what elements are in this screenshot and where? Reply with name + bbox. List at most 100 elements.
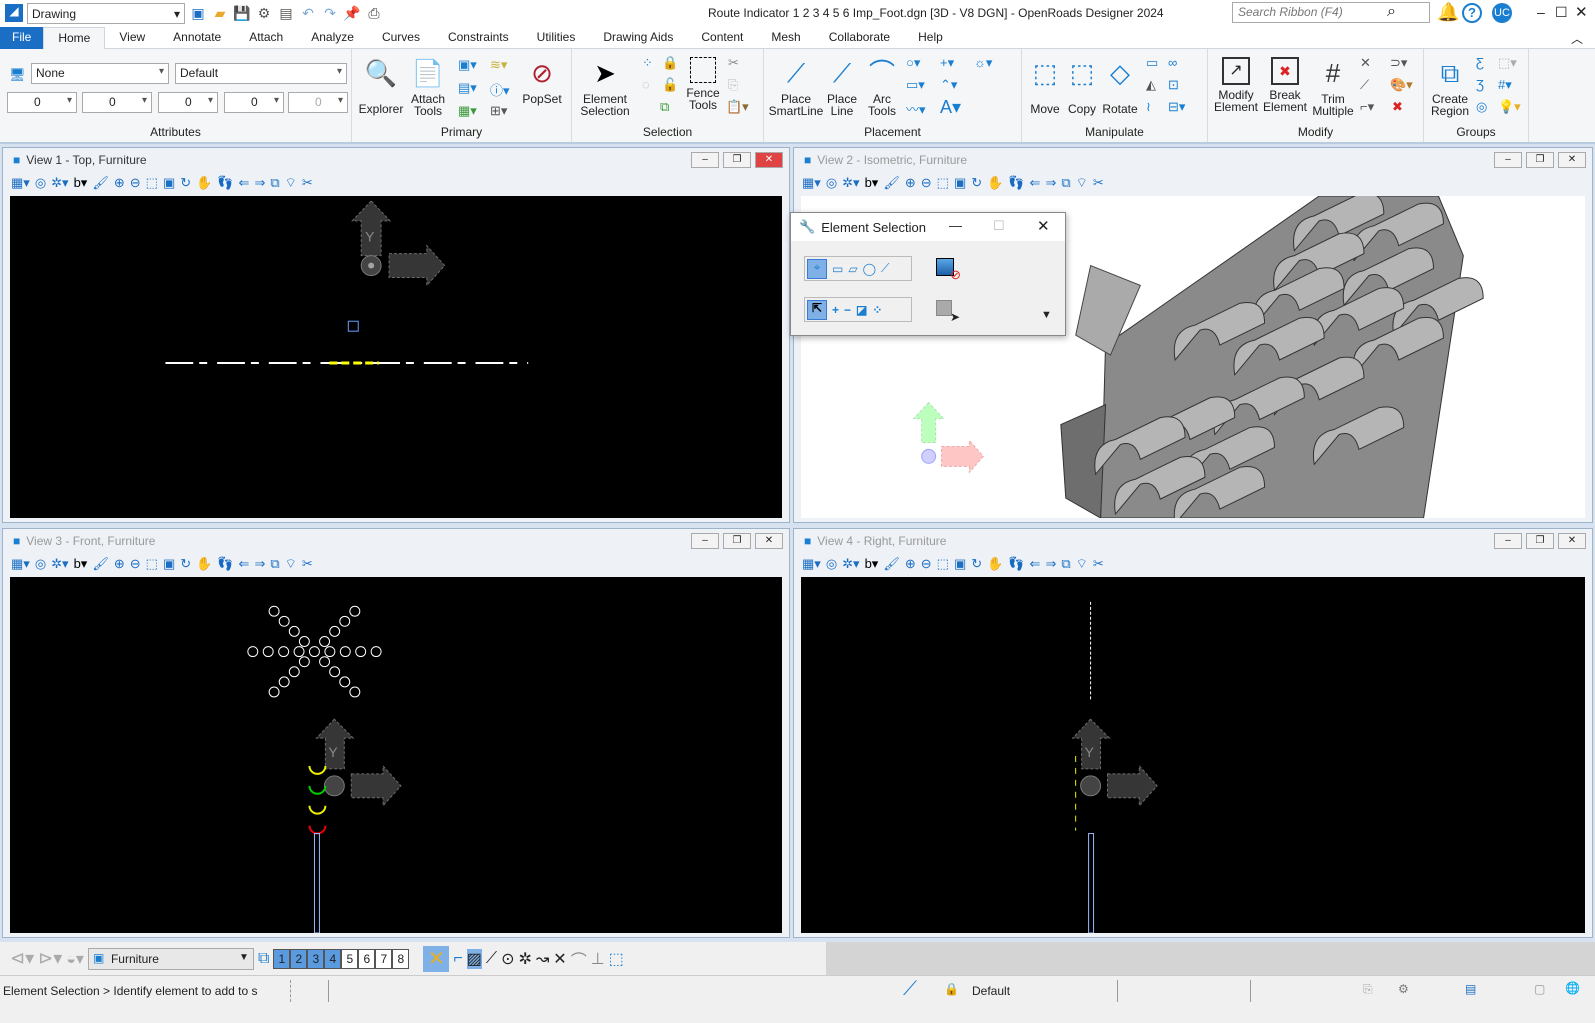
- copy-icon[interactable]: ⎘: [728, 77, 738, 93]
- paste-icon[interactable]: 📋▾: [726, 99, 749, 115]
- select-all-icon[interactable]: ➤: [936, 300, 960, 324]
- view-toggle-8[interactable]: 8: [392, 948, 410, 969]
- group-icon[interactable]: Ƹ: [1476, 55, 1484, 70]
- view-close-button[interactable]: ✕: [755, 152, 783, 168]
- ungroup-icon[interactable]: Ʒ: [1476, 77, 1484, 92]
- array-icon[interactable]: ∞: [1168, 55, 1177, 70]
- clip-volume-icon[interactable]: ⌔: [1076, 556, 1088, 572]
- search-ribbon-input[interactable]: Search Ribbon (F4): [1232, 2, 1430, 23]
- dialog-close-button[interactable]: ✕: [1037, 217, 1050, 235]
- copy-button[interactable]: ⬚ Copy: [1064, 57, 1100, 115]
- attach-tools-button[interactable]: 📄 Attach Tools: [408, 57, 448, 117]
- block-method-icon[interactable]: ▭: [832, 262, 843, 276]
- tab-mesh[interactable]: Mesh: [757, 27, 814, 49]
- level-manager-icon[interactable]: ▦▾: [458, 103, 477, 119]
- clip-mask-icon[interactable]: ✂: [1093, 556, 1104, 572]
- tab-curves[interactable]: Curves: [368, 27, 434, 49]
- priority-select[interactable]: 0: [288, 92, 348, 113]
- fit-view-icon[interactable]: ▣: [163, 175, 175, 191]
- shape-method-icon[interactable]: ▱: [848, 262, 857, 276]
- next-view-icon[interactable]: ⇒: [254, 556, 265, 572]
- display-style-icon[interactable]: ◎: [35, 175, 46, 191]
- view-attributes-icon[interactable]: ▦▾: [802, 556, 821, 572]
- color-select[interactable]: 0: [7, 92, 77, 113]
- settings-icon[interactable]: ⚙: [1398, 982, 1409, 996]
- next-view-icon[interactable]: ⇒: [254, 175, 265, 191]
- extend-icon[interactable]: ⟋: [1360, 77, 1369, 93]
- lighting-icon[interactable]: ✲▾: [51, 556, 68, 572]
- pan-icon[interactable]: ✋: [987, 556, 1003, 572]
- element-selection-button[interactable]: ➤ Element Selection: [576, 57, 634, 117]
- fillet-icon[interactable]: ⌐▾: [1360, 99, 1374, 115]
- clip-volume-icon[interactable]: ⌔: [285, 556, 297, 572]
- zoom-in-icon[interactable]: ⊕: [114, 556, 125, 572]
- align-icon[interactable]: ⊟▾: [1168, 99, 1185, 115]
- notification-bell-icon[interactable]: 🔔: [1437, 2, 1459, 23]
- walk-icon[interactable]: 👣: [217, 556, 233, 572]
- point-icon[interactable]: +▾: [940, 55, 954, 71]
- info-icon[interactable]: ⓘ▾: [490, 80, 510, 99]
- scale-icon[interactable]: ▭: [1146, 55, 1158, 71]
- previous-view-icon[interactable]: ⇐: [1030, 556, 1041, 572]
- view-1-canvas[interactable]: Y: [10, 196, 782, 518]
- next-view-icon[interactable]: ⇒: [1045, 556, 1056, 572]
- tab-drawing-aids[interactable]: Drawing Aids: [589, 27, 687, 49]
- curve-icon[interactable]: 〰▾: [906, 99, 926, 118]
- select-all-icon[interactable]: ⁘: [642, 55, 653, 71]
- individual-method-icon[interactable]: ⌖: [807, 258, 827, 279]
- view-toggle-3[interactable]: 3: [307, 948, 325, 969]
- rectangle-icon[interactable]: ▭▾: [906, 77, 925, 93]
- dialog-minimize-button[interactable]: —: [949, 218, 962, 233]
- model-status-icon[interactable]: ▤: [1465, 982, 1476, 996]
- view-close-button[interactable]: ✕: [1558, 152, 1586, 168]
- update-icon[interactable]: 🖌: [883, 556, 900, 572]
- print-icon[interactable]: ⎙: [365, 5, 383, 23]
- view-toggle-4[interactable]: 4: [324, 948, 342, 969]
- view-toggle-7[interactable]: 7: [375, 948, 393, 969]
- element-path-icon[interactable]: ⟋: [903, 978, 917, 1001]
- network-status-icon[interactable]: 🌐: [1565, 981, 1580, 995]
- collapse-ribbon-icon[interactable]: ︿: [1571, 30, 1583, 47]
- pattern-icon[interactable]: #▾: [1498, 77, 1512, 93]
- active-level[interactable]: Default: [972, 984, 1010, 998]
- view-minimize-button[interactable]: –: [1494, 533, 1522, 549]
- minimize-button[interactable]: –: [1537, 4, 1545, 20]
- view-minimize-button[interactable]: –: [691, 152, 719, 168]
- pan-icon[interactable]: ✋: [987, 175, 1003, 191]
- chamfer-icon[interactable]: ⊃▾: [1390, 55, 1407, 71]
- forward-icon[interactable]: ⊳▾: [38, 948, 62, 969]
- clip-mask-icon[interactable]: ✂: [302, 556, 313, 572]
- view-restore-button[interactable]: ❐: [1526, 533, 1554, 549]
- tab-view[interactable]: View: [105, 27, 159, 49]
- explorer-button[interactable]: 🔍 Explorer: [358, 57, 404, 115]
- clip-mask-icon[interactable]: ✂: [1093, 175, 1104, 191]
- trim-multiple-button[interactable]: # Trim Multiple: [1310, 57, 1356, 117]
- perpendicular-snap-icon[interactable]: ⊥: [591, 949, 605, 969]
- circle-icon[interactable]: ○▾: [906, 55, 920, 71]
- multiline-icon[interactable]: ⌃▾: [940, 77, 957, 93]
- popset-button[interactable]: ⊘ PopSet: [520, 57, 564, 105]
- fence-tools-button[interactable]: Fence Tools: [682, 57, 724, 111]
- tab-constraints[interactable]: Constraints: [434, 27, 523, 49]
- previous-view-icon[interactable]: ⇐: [1030, 175, 1041, 191]
- pan-icon[interactable]: ✋: [196, 556, 212, 572]
- move-button[interactable]: ⬚ Move: [1026, 57, 1064, 115]
- light-icon[interactable]: 💡▾: [1498, 99, 1521, 115]
- compress-icon[interactable]: ▤: [277, 5, 295, 23]
- next-view-icon[interactable]: ⇒: [1045, 175, 1056, 191]
- zoom-in-icon[interactable]: ⊕: [905, 556, 916, 572]
- bing-icon[interactable]: b▾: [74, 175, 88, 191]
- zoom-in-icon[interactable]: ⊕: [114, 175, 125, 191]
- window-area-icon[interactable]: ⬚: [146, 175, 158, 191]
- arc-tools-button[interactable]: ⌒ Arc Tools: [864, 57, 900, 117]
- dialog-maximize-button[interactable]: ☐: [993, 218, 1005, 234]
- invert-mode-icon[interactable]: ◪: [856, 303, 867, 317]
- walk-icon[interactable]: 👣: [1008, 175, 1024, 191]
- rotate-view-icon[interactable]: ↻: [971, 556, 982, 572]
- file-status-icon[interactable]: ▢: [1534, 982, 1545, 996]
- view-toggle-2[interactable]: 2: [290, 948, 308, 969]
- lighting-icon[interactable]: ✲▾: [842, 175, 859, 191]
- text-style-select[interactable]: Default: [175, 63, 347, 84]
- previous-view-icon[interactable]: ⇐: [239, 556, 250, 572]
- copy-view-icon[interactable]: ⧉: [1061, 556, 1070, 572]
